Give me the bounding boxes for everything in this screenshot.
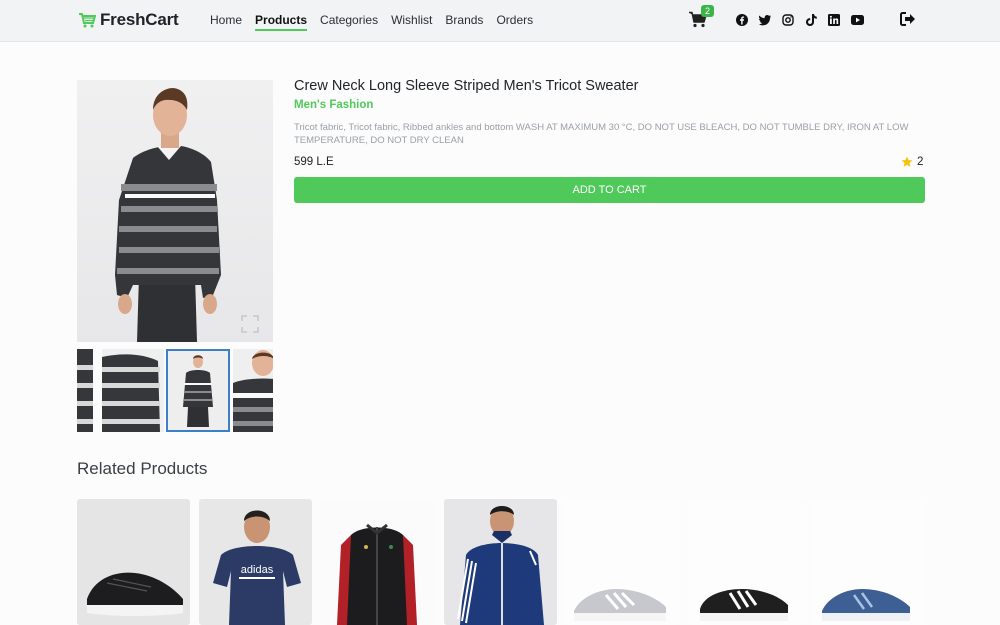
thumbnail-strip <box>77 349 273 432</box>
nav-wishlist[interactable]: Wishlist <box>391 13 432 31</box>
facebook-icon[interactable] <box>735 13 749 27</box>
thumbnail-1[interactable] <box>77 349 93 432</box>
main-nav: Home Products Categories Wishlist Brands… <box>210 13 533 31</box>
linkedin-icon[interactable] <box>827 13 841 27</box>
logout-icon[interactable] <box>900 12 916 28</box>
thumbnail-3-selected[interactable] <box>166 349 230 432</box>
twitter-icon[interactable] <box>758 13 772 27</box>
expand-icon[interactable] <box>240 314 260 334</box>
product-title: Crew Neck Long Sleeve Striped Men's Tric… <box>294 78 639 94</box>
social-links <box>735 13 864 27</box>
related-product-grey-running-shoe[interactable] <box>566 499 679 625</box>
nav-categories[interactable]: Categories <box>320 13 378 31</box>
related-product-navy-track-jacket[interactable] <box>444 499 557 625</box>
youtube-icon[interactable] <box>850 13 864 27</box>
cart-logo-icon <box>79 13 96 28</box>
nav-orders[interactable]: Orders <box>496 13 533 31</box>
product-description: Tricot fabric, Tricot fabric, Ribbed ank… <box>294 122 909 146</box>
thumbnail-2[interactable] <box>102 349 164 432</box>
star-icon <box>901 156 913 167</box>
brand[interactable]: FreshCart <box>78 10 179 30</box>
rating-value: 2 <box>917 156 924 168</box>
cart-count-badge: 2 <box>701 5 714 17</box>
navbar: FreshCart Home Products Categories Wishl… <box>0 0 1000 42</box>
related-product-navy-adidas-tshirt[interactable]: adidas <box>199 499 312 625</box>
product-main-image[interactable] <box>77 80 273 342</box>
nav-home[interactable]: Home <box>210 13 242 31</box>
product-rating: 2 <box>901 156 923 168</box>
related-products-heading: Related Products <box>77 459 208 478</box>
cart-button[interactable]: 2 <box>689 5 714 31</box>
thumbnail-4[interactable] <box>233 349 273 432</box>
related-product-black-sneaker[interactable] <box>77 499 190 625</box>
add-to-cart-button[interactable]: ADD TO CART <box>294 177 925 203</box>
related-product-black-adidas-shoe[interactable] <box>688 499 801 625</box>
instagram-icon[interactable] <box>781 13 795 27</box>
tshirt-logo-text: adidas <box>241 564 274 576</box>
tiktok-icon[interactable] <box>804 13 818 27</box>
related-product-black-track-jacket[interactable] <box>321 499 434 625</box>
product-category[interactable]: Men's Fashion <box>294 99 373 111</box>
nav-brands[interactable]: Brands <box>445 13 483 31</box>
sweater-model-image <box>115 88 221 342</box>
brand-name: FreshCart <box>100 10 179 29</box>
related-product-blue-running-shoe[interactable] <box>810 499 923 625</box>
product-price: 599 L.E <box>294 156 334 168</box>
nav-products[interactable]: Products <box>255 13 308 31</box>
